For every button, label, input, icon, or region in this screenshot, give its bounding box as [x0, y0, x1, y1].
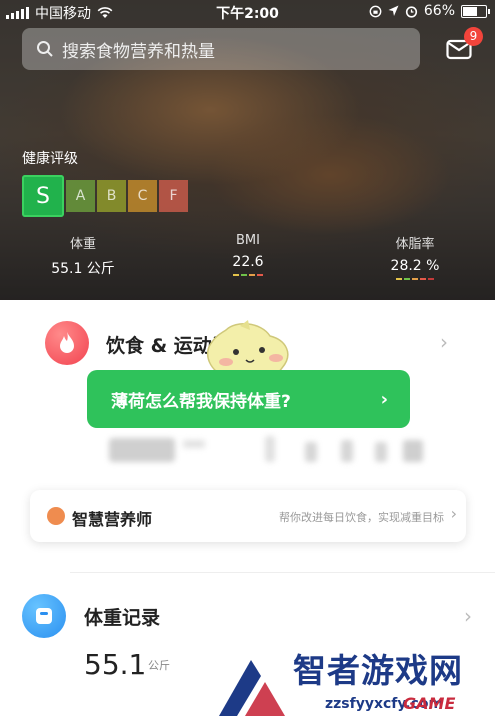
- battery-percent: 66%: [423, 3, 455, 19]
- watermark-game: GAME: [403, 694, 456, 713]
- weight-chevron-icon[interactable]: ›: [464, 604, 472, 628]
- location-icon: [388, 5, 399, 16]
- metric-bmi-label: BMI: [236, 233, 260, 248]
- nutritionist-icon: [47, 507, 65, 525]
- metric-bmi[interactable]: BMI 22.6: [207, 233, 289, 276]
- nutritionist-chevron-icon: ›: [450, 504, 457, 523]
- weight-value: 55.1: [84, 648, 147, 681]
- blurred-stats: [109, 436, 423, 462]
- status-bar: 中国移动 下午2:00 66%: [0, 0, 495, 26]
- tip-text: 薄荷怎么帮我保持体重?: [111, 391, 291, 412]
- watermark-logo-icon: [219, 660, 285, 716]
- nutritionist-title: 智慧营养师: [72, 510, 153, 529]
- nutritionist-subtitle: 帮你改进每日饮食，实现减重目标: [279, 511, 444, 524]
- metric-body-fat-value: 28.2 %: [390, 258, 440, 274]
- grade-b[interactable]: B: [97, 180, 126, 212]
- grade-s[interactable]: S: [22, 175, 64, 217]
- tip-arrow-icon: ›: [380, 388, 388, 410]
- site-watermark: 智者游戏网 zzsfyyxcfy.com GAME: [215, 642, 495, 723]
- diet-fire-icon: [45, 321, 89, 365]
- diet-chevron-icon[interactable]: ›: [440, 330, 448, 354]
- search-input[interactable]: 搜索食物营养和热量: [22, 28, 420, 70]
- metric-weight[interactable]: 体重 55.1 公斤: [40, 233, 126, 278]
- metric-weight-value: 55.1 公斤: [51, 261, 115, 277]
- smart-nutritionist-card[interactable]: 智慧营养师 帮你改进每日饮食，实现减重目标 ›: [30, 490, 466, 542]
- metric-body-fat[interactable]: 体脂率 28.2 %: [372, 233, 458, 280]
- search-icon: [37, 41, 53, 57]
- metric-body-fat-label: 体脂率: [395, 237, 435, 252]
- health-rating-title: 健康评级: [22, 151, 78, 167]
- message-badge: 9: [464, 27, 483, 46]
- divider: [70, 572, 495, 573]
- weight-unit: 公斤: [148, 659, 170, 672]
- alarm-icon: [405, 5, 417, 18]
- health-grade-scale[interactable]: S A B C F: [22, 175, 188, 217]
- header-hero: 中国移动 下午2:00 66% 搜索食物营养和热量 9 健康评级 S A B C…: [0, 0, 495, 300]
- grade-c[interactable]: C: [128, 180, 157, 212]
- weight-record-title[interactable]: 体重记录: [84, 603, 160, 630]
- metric-bmi-value: 22.6: [232, 254, 264, 270]
- metric-weight-label: 体重: [69, 237, 96, 252]
- search-placeholder: 搜索食物营养和热量: [62, 41, 215, 62]
- battery-icon: [461, 4, 490, 18]
- bmi-scale-indicator: [207, 274, 289, 276]
- watermark-brand: 智者游戏网: [293, 651, 463, 690]
- body-fat-scale-indicator: [372, 278, 458, 280]
- rotation-lock-icon: [369, 5, 382, 17]
- tip-banner[interactable]: 薄荷怎么帮我保持体重? ›: [87, 370, 410, 428]
- grade-f[interactable]: F: [159, 180, 188, 212]
- grade-a[interactable]: A: [66, 180, 95, 212]
- weight-scale-icon: [22, 594, 66, 638]
